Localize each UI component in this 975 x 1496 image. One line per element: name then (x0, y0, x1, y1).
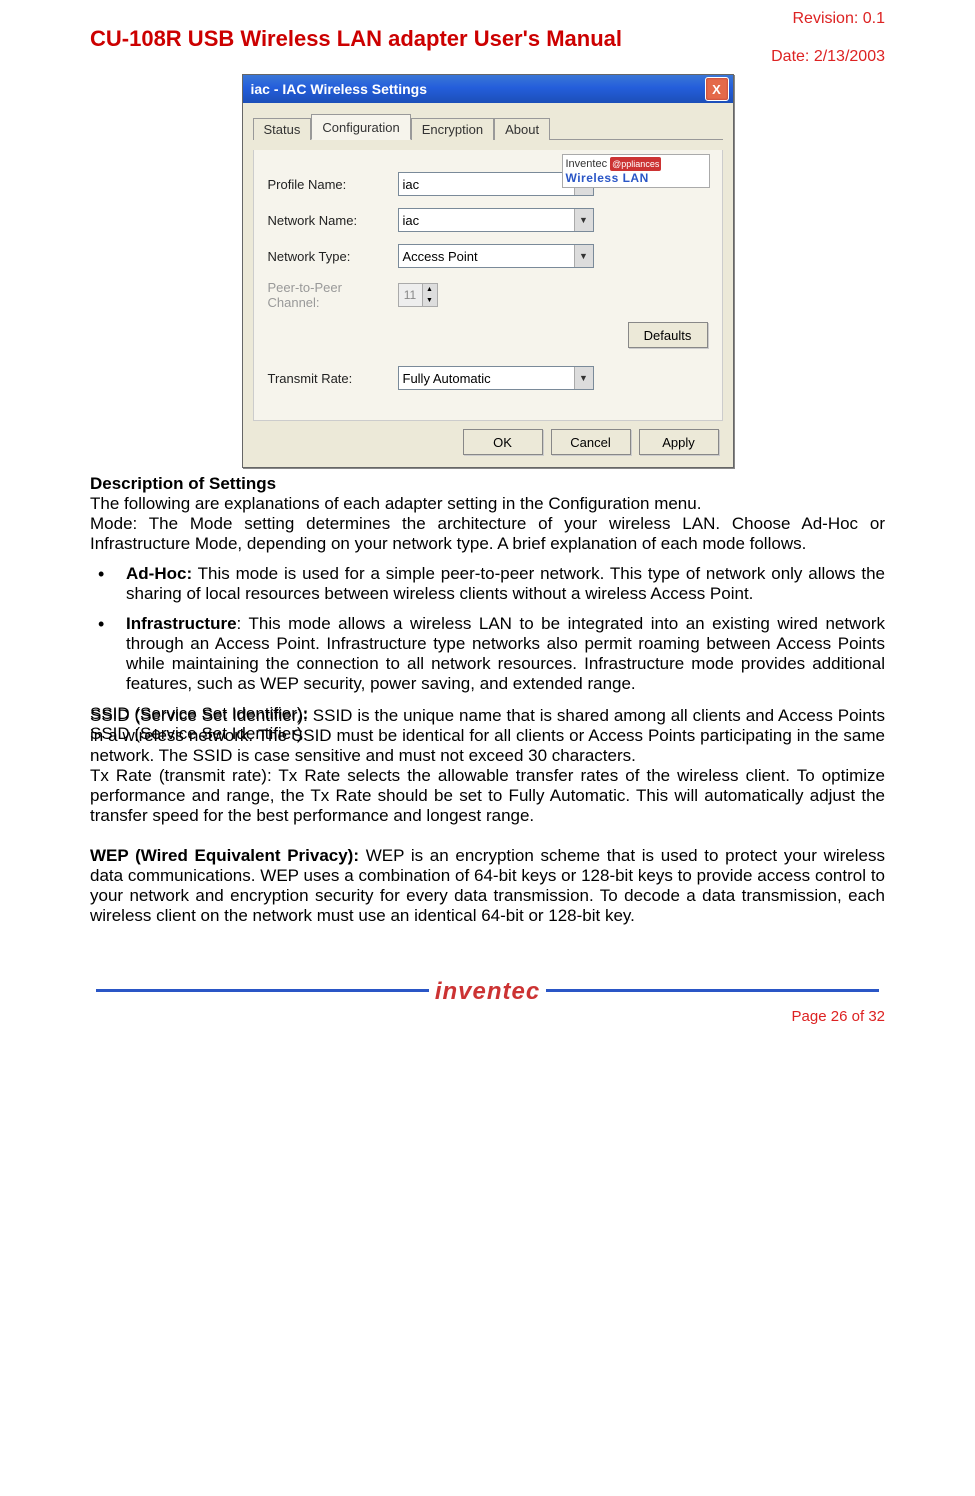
network-type-combo[interactable]: Access Point ▼ (398, 244, 594, 268)
p2p-channel-spinner: 11 ▲ ▼ (398, 283, 438, 307)
close-icon: X (712, 82, 721, 97)
footer-logo: inventec (435, 978, 540, 1006)
brand-badge: @ppliances (610, 157, 661, 171)
page-number: Page 26 of 32 (90, 1008, 885, 1025)
dialog-title: iac - IAC Wireless Settings (251, 81, 427, 97)
tab-configuration[interactable]: Configuration (311, 114, 410, 140)
transmit-rate-label: Transmit Rate: (268, 371, 398, 386)
revision-value: 0.1 (863, 10, 885, 27)
tab-about[interactable]: About (494, 118, 550, 140)
dropdown-arrow-icon: ▼ (574, 245, 593, 267)
network-type-label: Network Type: (268, 249, 398, 264)
tab-encryption[interactable]: Encryption (411, 118, 494, 140)
spinner-up-icon: ▲ (423, 284, 437, 295)
brand-logo-box: Inventec @ppliances Wireless LAN (562, 154, 710, 188)
tab-strip: Status Configuration Encryption About (253, 109, 723, 140)
intro-paragraph: The following are explanations of each a… (90, 494, 885, 514)
tab-status[interactable]: Status (253, 118, 312, 140)
infra-label: Infrastructure (126, 614, 237, 633)
infra-text: : This mode allows a wireless LAN to be … (126, 614, 885, 693)
date-label: Date: (771, 48, 809, 65)
ok-button[interactable]: OK (463, 429, 543, 455)
network-name-value: iac (403, 213, 420, 228)
cancel-button[interactable]: Cancel (551, 429, 631, 455)
config-panel: Inventec @ppliances Wireless LAN Profile… (253, 150, 723, 421)
dialog-titlebar[interactable]: iac - IAC Wireless Settings X (243, 75, 733, 103)
transmit-rate-combo[interactable]: Fully Automatic ▼ (398, 366, 594, 390)
dropdown-arrow-icon: ▼ (574, 367, 593, 389)
network-name-label: Network Name: (268, 213, 398, 228)
document-body-main: SSID (Service Set Identifier): SSID is t… (90, 706, 885, 926)
infra-bullet: Infrastructure: This mode allows a wirel… (90, 614, 885, 694)
brand-text: Inventec (566, 158, 608, 170)
profile-name-label: Profile Name: (268, 177, 398, 192)
adhoc-text: This mode is used for a simple peer-to-p… (126, 564, 885, 603)
brand-subtext: Wireless LAN (566, 171, 706, 185)
p2p-channel-label: Peer-to-Peer Channel: (268, 280, 398, 310)
p2p-channel-value: 11 (399, 284, 422, 306)
settings-dialog: iac - IAC Wireless Settings X Status Con… (242, 74, 734, 468)
mode-paragraph: Mode: The Mode setting determines the ar… (90, 514, 885, 554)
wep-label: WEP (Wired Equivalent Privacy): (90, 846, 359, 865)
desc-heading: Description of Settings (90, 474, 276, 493)
ssid-full: SSID (Service Set Identifier): SSID is t… (90, 706, 885, 765)
date-value: 2/13/2003 (814, 48, 885, 65)
dropdown-arrow-icon: ▼ (574, 209, 593, 231)
profile-name-value: iac (403, 177, 420, 192)
document-body: Description of Settings The following ar… (90, 474, 885, 744)
network-type-value: Access Point (403, 249, 478, 264)
transmit-rate-value: Fully Automatic (403, 371, 491, 386)
revision-label: Revision: (792, 10, 858, 27)
adhoc-label: Ad-Hoc: (126, 564, 192, 583)
footer-divider: inventec (90, 976, 885, 1004)
spinner-down-icon: ▼ (423, 295, 437, 306)
adhoc-bullet: Ad-Hoc: This mode is used for a simple p… (90, 564, 885, 604)
defaults-button[interactable]: Defaults (628, 322, 708, 348)
close-button[interactable]: X (705, 77, 729, 101)
txrate-full: Tx Rate (transmit rate): Tx Rate selects… (90, 766, 885, 825)
apply-button[interactable]: Apply (639, 429, 719, 455)
network-name-combo[interactable]: iac ▼ (398, 208, 594, 232)
